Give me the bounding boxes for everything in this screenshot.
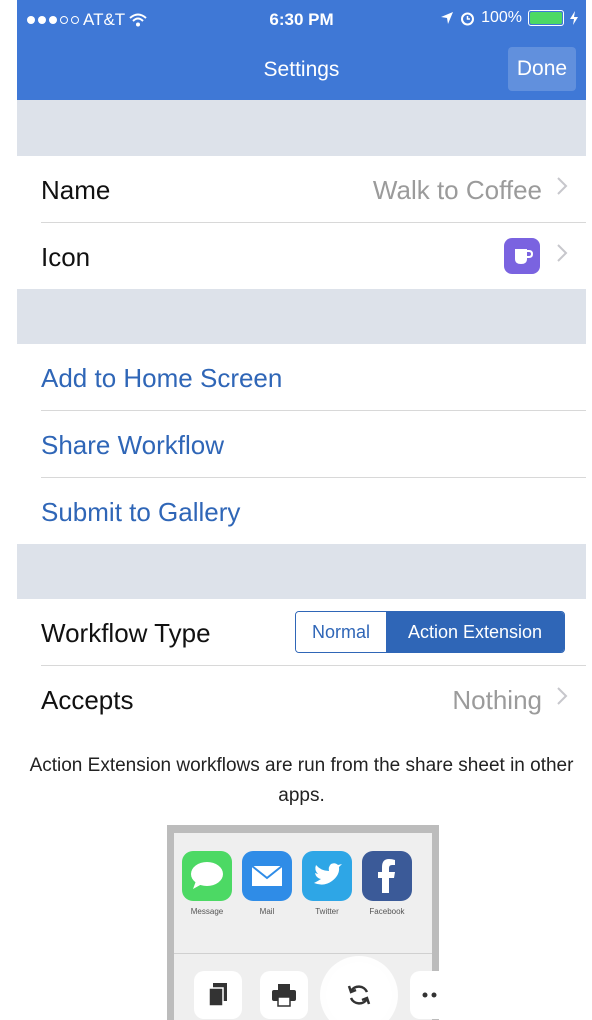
share-workflow-row[interactable]: Share Workflow <box>17 411 586 477</box>
status-right: 100% <box>440 9 578 27</box>
accepts-value: Nothing <box>452 685 542 715</box>
name-label: Name <box>41 175 111 205</box>
page-title: Settings <box>263 58 340 81</box>
submit-to-gallery-row[interactable]: Submit to Gallery <box>17 478 586 544</box>
share-app-message: Message <box>182 851 232 916</box>
status-bar: AT&T 6:30 PM 100% <box>17 0 586 38</box>
action-extension-note: Action Extension workflows are run from … <box>29 755 574 806</box>
section-spacer <box>17 544 586 599</box>
icon-label: Icon <box>41 242 91 272</box>
accepts-label: Accepts <box>41 685 134 715</box>
share-sheet-panel: Message Mail Twitter Facebook <box>174 833 439 1020</box>
workflow-type-segmented-control: Normal Action Extension <box>295 611 565 653</box>
share-sheet-preview: Message Mail Twitter Facebook <box>167 825 439 1020</box>
name-row[interactable]: Name Walk to Coffee <box>17 156 586 222</box>
share-app-twitter: Twitter <box>302 851 352 916</box>
share-workflow-link: Share Workflow <box>41 430 225 460</box>
share-app-label: Facebook <box>369 907 405 916</box>
print-icon <box>260 971 308 1019</box>
chevron-right-icon <box>557 244 568 262</box>
done-button[interactable]: Done <box>508 47 576 91</box>
add-to-home-screen-row[interactable]: Add to Home Screen <box>17 344 586 410</box>
battery-icon <box>528 10 564 26</box>
share-app-facebook: Facebook <box>362 851 412 916</box>
share-app-label: Twitter <box>315 907 339 916</box>
section-spacer <box>17 100 586 156</box>
charging-icon <box>570 11 578 25</box>
section-spacer <box>17 289 586 344</box>
submit-to-gallery-link: Submit to Gallery <box>41 497 241 527</box>
chevron-right-icon <box>557 687 568 705</box>
share-app-label: Mail <box>259 907 275 916</box>
more-icon <box>410 971 439 1019</box>
share-app-mail: Mail <box>242 851 292 916</box>
share-actions-row <box>194 962 439 1020</box>
share-apps-row: Message Mail Twitter Facebook <box>182 851 412 916</box>
coffee-cup-icon <box>504 238 540 274</box>
mail-icon <box>242 851 292 901</box>
alarm-icon <box>461 12 475 25</box>
segment-normal[interactable]: Normal <box>296 612 386 652</box>
name-value: Walk to Coffee <box>372 175 542 205</box>
add-to-home-screen-link: Add to Home Screen <box>41 363 283 393</box>
twitter-bird-icon <box>302 851 352 901</box>
accepts-row[interactable]: Accepts Nothing <box>17 666 586 732</box>
battery-percent: 100% <box>481 9 522 26</box>
share-sheet-divider <box>174 953 432 954</box>
workflow-type-label: Workflow Type <box>41 618 211 648</box>
settings-screen: AT&T 6:30 PM 100% Settings Done Name Wal… <box>17 0 586 1020</box>
chevron-right-icon <box>557 177 568 195</box>
icon-row[interactable]: Icon <box>17 223 586 289</box>
share-app-label: Message <box>190 907 224 916</box>
copy-icon <box>194 971 242 1019</box>
run-workflow-icon <box>326 962 392 1020</box>
navigation-bar: AT&T 6:30 PM 100% Settings Done <box>17 0 586 100</box>
facebook-icon <box>362 851 412 901</box>
segment-action-extension[interactable]: Action Extension <box>386 612 564 652</box>
location-arrow-icon <box>441 12 454 24</box>
message-icon <box>182 851 232 901</box>
